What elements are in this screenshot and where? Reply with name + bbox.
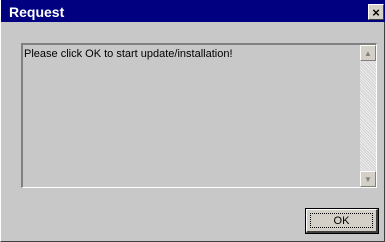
vertical-scrollbar[interactable]: ▲ ▼ [360,45,376,187]
ok-button-label: OK [333,214,350,227]
window-title: Request [9,4,65,20]
arrow-up-icon: ▲ [364,48,372,58]
title-bar[interactable]: Request × [1,0,385,22]
message-text: Please click OK to start update/installa… [24,48,233,60]
request-dialog: Request × Please click OK to start updat… [0,0,385,242]
ok-button[interactable]: OK [305,208,379,234]
scroll-down-button[interactable]: ▼ [360,171,376,187]
close-button[interactable]: × [368,4,384,20]
close-icon: × [372,4,380,20]
scroll-up-button[interactable]: ▲ [360,45,376,61]
message-textarea[interactable]: Please click OK to start update/installa… [21,43,377,188]
arrow-down-icon: ▼ [364,174,372,184]
